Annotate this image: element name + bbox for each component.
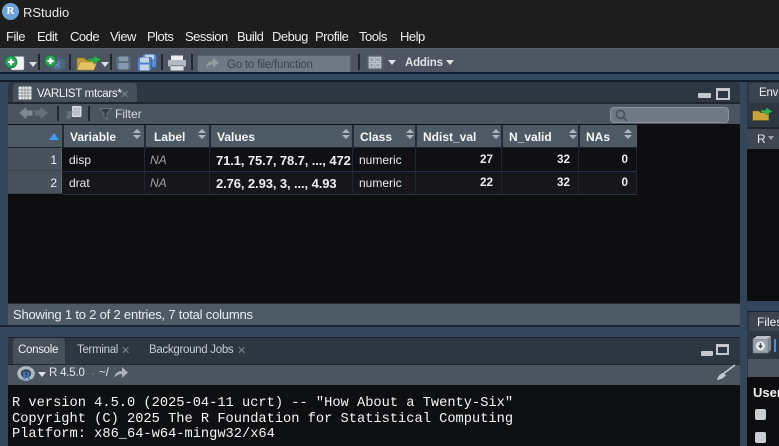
svg-text:R: R	[22, 369, 31, 383]
